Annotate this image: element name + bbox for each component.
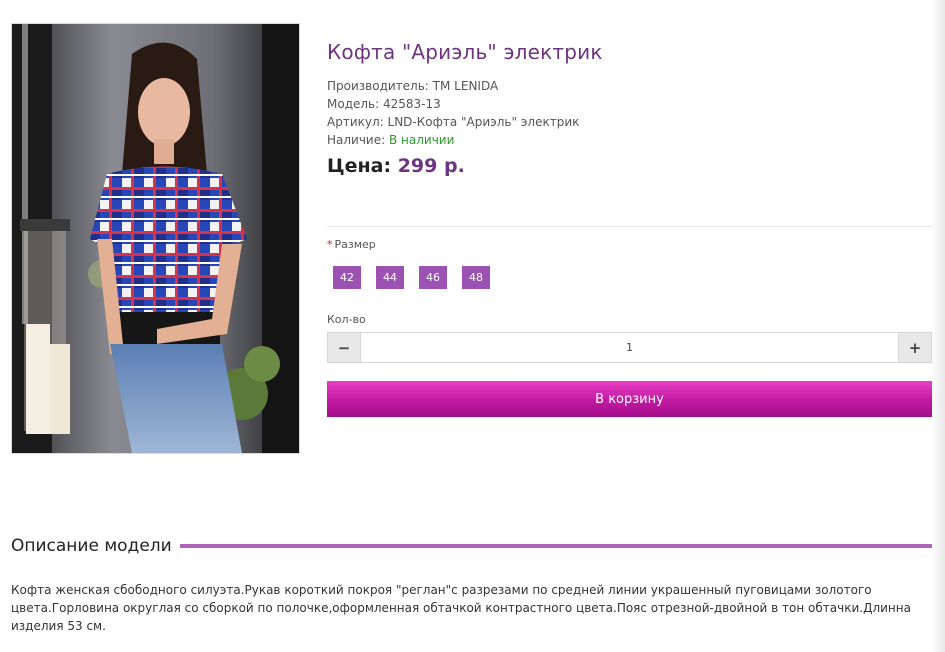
size-option-42[interactable]: 42 bbox=[333, 266, 361, 289]
product-meta: Производитель: TM LENIDA Модель: 42583-1… bbox=[327, 77, 932, 149]
divider bbox=[327, 226, 932, 227]
manufacturer-row: Производитель: TM LENIDA bbox=[327, 77, 932, 95]
description-title: Описание модели bbox=[11, 536, 172, 556]
product-info: Кофта "Ариэль" электрик Производитель: T… bbox=[327, 40, 932, 177]
add-to-cart-button[interactable]: В корзину bbox=[327, 381, 932, 417]
size-options: 42 44 46 48 bbox=[333, 266, 505, 289]
availability-label: Наличие: bbox=[327, 133, 386, 147]
required-mark: * bbox=[327, 238, 333, 251]
description-header: Описание модели bbox=[11, 536, 932, 556]
availability-row: Наличие: В наличии bbox=[327, 131, 932, 149]
sku-value: LND-Кофта "Ариэль" электрик bbox=[387, 115, 580, 129]
price-row: Цена: 299 р. bbox=[327, 155, 932, 177]
size-option-48[interactable]: 48 bbox=[462, 266, 490, 289]
model-value: 42583-13 bbox=[383, 97, 441, 111]
scrollbar-gutter bbox=[931, 0, 945, 652]
sku-label: Артикул: bbox=[327, 115, 384, 129]
manufacturer-value[interactable]: TM LENIDA bbox=[433, 79, 499, 93]
size-option-46[interactable]: 46 bbox=[419, 266, 447, 289]
product-photo[interactable] bbox=[11, 23, 300, 454]
description-text: Кофта женская сбободного силуэта.Рукав к… bbox=[11, 583, 911, 633]
size-label: * Размер bbox=[327, 238, 376, 251]
quantity-label: Кол-во bbox=[327, 313, 366, 326]
manufacturer-label: Производитель: bbox=[327, 79, 429, 93]
size-option-44[interactable]: 44 bbox=[376, 266, 404, 289]
quantity-decrease-button[interactable]: − bbox=[328, 333, 360, 362]
quantity-increase-button[interactable]: + bbox=[899, 333, 931, 362]
price-label: Цена: bbox=[327, 155, 392, 177]
model-row: Модель: 42583-13 bbox=[327, 95, 932, 113]
quantity-stepper: − + bbox=[327, 332, 932, 363]
sku-row: Артикул: LND-Кофта "Ариэль" электрик bbox=[327, 113, 932, 131]
description-rule bbox=[179, 544, 932, 548]
quantity-input[interactable] bbox=[360, 333, 899, 362]
size-label-text: Размер bbox=[334, 238, 376, 251]
availability-status: В наличии bbox=[389, 133, 455, 147]
price-value: 299 р. bbox=[397, 155, 465, 177]
product-title: Кофта "Ариэль" электрик bbox=[327, 40, 603, 64]
model-label: Модель: bbox=[327, 97, 380, 111]
